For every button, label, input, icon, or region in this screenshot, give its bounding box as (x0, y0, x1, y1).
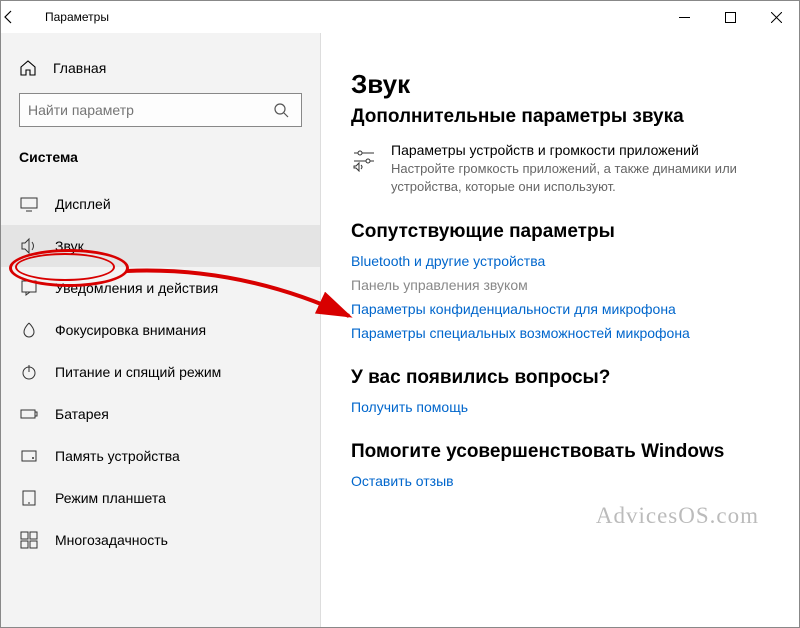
nav-item-battery[interactable]: Батарея (1, 393, 320, 435)
search-icon (273, 102, 293, 118)
storage-icon (19, 447, 39, 465)
close-button[interactable] (753, 1, 799, 33)
nav-item-tablet[interactable]: Режим планшета (1, 477, 320, 519)
back-button[interactable] (1, 9, 41, 25)
device-title: Параметры устройств и громкости приложен… (391, 142, 769, 158)
nav-label: Питание и спящий режим (55, 364, 221, 380)
nav-label: Память устройства (55, 448, 180, 464)
sub-heading-2: Сопутствующие параметры (351, 221, 769, 243)
nav-label: Звук (55, 238, 84, 254)
nav-label: Режим планшета (55, 490, 166, 506)
battery-icon (19, 405, 39, 423)
display-icon (19, 195, 39, 213)
sliders-icon (351, 142, 377, 195)
link-help[interactable]: Получить помощь (351, 399, 769, 415)
sub-heading-1: Дополнительные параметры звука (351, 106, 769, 128)
page-heading: Звук (351, 69, 769, 100)
link-feedback[interactable]: Оставить отзыв (351, 473, 769, 489)
nav-item-storage[interactable]: Память устройства (1, 435, 320, 477)
nav-item-sound[interactable]: Звук (1, 225, 320, 267)
link-sound-panel[interactable]: Панель управления звуком (351, 277, 769, 293)
link-privacy[interactable]: Параметры конфиденциальности для микрофо… (351, 301, 769, 317)
section-label: Система (1, 149, 320, 175)
notifications-icon (19, 279, 39, 297)
nav-item-focus[interactable]: Фокусировка внимания (1, 309, 320, 351)
search-input[interactable] (28, 102, 273, 118)
link-bluetooth[interactable]: Bluetooth и другие устройства (351, 253, 769, 269)
nav-item-power[interactable]: Питание и спящий режим (1, 351, 320, 393)
home-icon (19, 59, 37, 77)
power-icon (19, 363, 39, 381)
nav-list: Дисплей Звук Уведомления и действия Фоку… (1, 183, 320, 561)
watermark: AdvicesOS.com (596, 503, 759, 529)
home-label: Главная (53, 60, 106, 76)
home-button[interactable]: Главная (1, 53, 320, 93)
nav-item-multitask[interactable]: Многозадачность (1, 519, 320, 561)
sidebar: Главная Система Дисплей Звук Уведомления… (1, 33, 321, 627)
nav-item-display[interactable]: Дисплей (1, 183, 320, 225)
nav-item-notifications[interactable]: Уведомления и действия (1, 267, 320, 309)
search-box[interactable] (19, 93, 302, 127)
nav-label: Фокусировка внимания (55, 322, 206, 338)
nav-label: Многозадачность (55, 532, 168, 548)
help-heading: У вас появились вопросы? (351, 367, 769, 389)
link-ease[interactable]: Параметры специальных возможностей микро… (351, 325, 769, 341)
device-volume-block[interactable]: Параметры устройств и громкости приложен… (351, 142, 769, 195)
maximize-button[interactable] (707, 1, 753, 33)
main-panel: Звук Дополнительные параметры звука Пара… (321, 33, 799, 627)
improve-heading: Помогите усовершенствовать Windows (351, 441, 769, 463)
nav-label: Уведомления и действия (55, 280, 218, 296)
tablet-icon (19, 489, 39, 507)
device-desc: Настройте громкость приложений, а также … (391, 160, 769, 195)
nav-label: Дисплей (55, 196, 111, 212)
title-bar: Параметры (1, 1, 799, 33)
minimize-button[interactable] (661, 1, 707, 33)
sound-icon (19, 237, 39, 255)
window-title: Параметры (41, 10, 109, 24)
nav-label: Батарея (55, 406, 109, 422)
multitask-icon (19, 531, 39, 549)
focus-icon (19, 321, 39, 339)
